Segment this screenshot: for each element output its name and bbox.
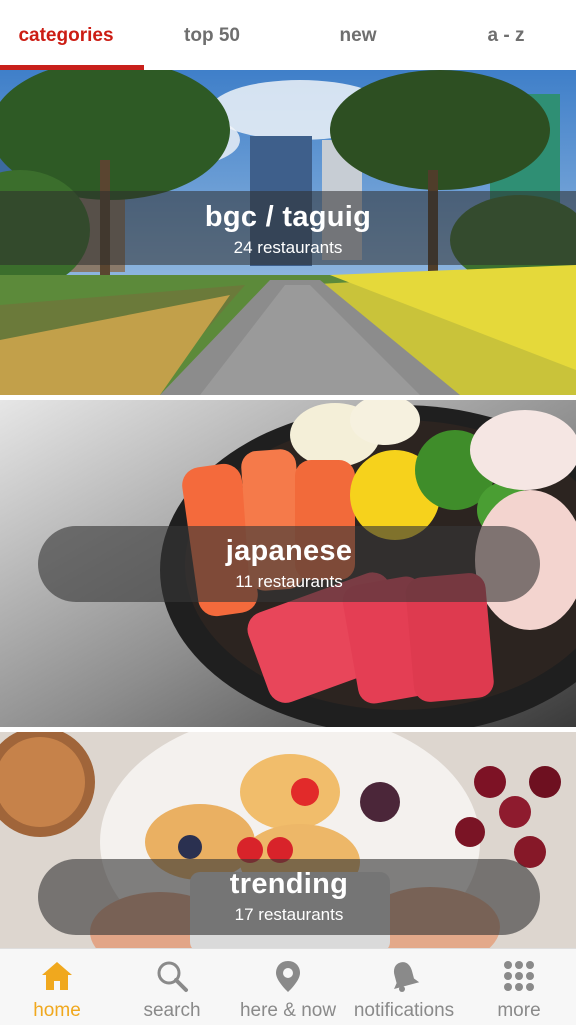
nav-label: home [33,1000,81,1021]
category-title: trending [229,868,349,900]
nav-search[interactable]: search [114,949,230,1025]
category-count: 17 restaurants [234,905,344,924]
grid-dots-icon [504,961,534,991]
category-title: japanese [225,535,353,567]
category-card-japanese[interactable]: japanese 11 restaurants [0,400,576,727]
category-label-trending: trending 17 restaurants [38,859,540,935]
bottom-navigation-bar: home search here & now notifications mor… [0,948,576,1025]
magnifier-icon [157,961,188,992]
nav-notifications[interactable]: notifications [346,949,462,1025]
nav-here-and-now[interactable]: here & now [230,949,346,1025]
category-label-japanese: japanese 11 restaurants [38,526,540,602]
category-label-bgc-taguig: bgc / taguig 24 restaurants [0,191,576,265]
category-title: bgc / taguig [204,201,372,233]
category-count: 24 restaurants [233,238,343,257]
top-tab-bar: categories top 50 new a - z [0,0,576,70]
nav-more[interactable]: more [462,949,576,1025]
category-card-bgc-taguig[interactable]: bgc / taguig 24 restaurants [0,70,576,395]
tab-new[interactable]: new [290,0,426,70]
bell-icon [393,962,420,992]
nav-label: more [497,1000,541,1021]
nav-home[interactable]: home [0,949,114,1025]
location-pin-icon [276,961,300,992]
nav-label: search [143,1000,201,1021]
category-card-trending[interactable]: trending 17 restaurants [0,732,576,948]
nav-label: here & now [239,1000,337,1021]
nav-label: notifications [353,1000,455,1021]
house-icon [42,962,72,990]
tab-top-50[interactable]: top 50 [144,0,280,70]
tab-categories[interactable]: categories [0,0,132,70]
category-count: 11 restaurants [235,572,343,591]
tab-a-z[interactable]: a - z [436,0,576,70]
